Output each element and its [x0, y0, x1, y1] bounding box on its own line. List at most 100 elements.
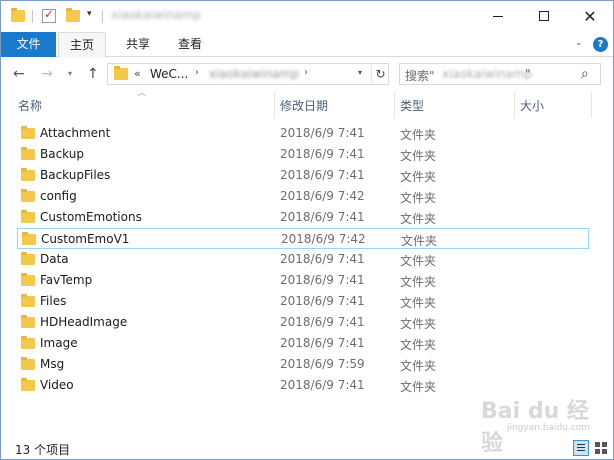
file-row[interactable]: BackupFiles 2018/6/9 7:41 文件夹: [17, 165, 589, 186]
column-header-date[interactable]: 修改日期: [280, 97, 328, 114]
tab-file[interactable]: 文件: [1, 32, 56, 57]
folder-icon: [21, 378, 35, 391]
search-input[interactable]: 搜索" xiaokaiwinamp " ⌕: [399, 63, 601, 85]
file-type: 文件夹: [400, 296, 437, 310]
file-row[interactable]: config 2018/6/9 7:42 文件夹: [17, 186, 589, 207]
column-header-type[interactable]: 类型: [400, 97, 424, 114]
details-view-icon[interactable]: [573, 440, 589, 456]
title-bar: ▾ xiaokaiwinamp ✕: [1, 1, 613, 32]
file-date: 2018/6/9 7:41: [280, 168, 365, 182]
file-date: 2018/6/9 7:41: [280, 126, 365, 140]
file-row[interactable]: Files 2018/6/9 7:41 文件夹: [17, 291, 589, 312]
help-icon[interactable]: ?: [593, 37, 608, 52]
file-date: 2018/6/9 7:41: [280, 210, 365, 224]
recent-locations-icon[interactable]: ▾: [68, 69, 72, 78]
close-button[interactable]: ✕: [567, 1, 613, 31]
file-row-focused[interactable]: CustomEmoV1 2018/6/9 7:42 文件夹: [17, 228, 589, 249]
file-type: 文件夹: [400, 317, 437, 331]
ribbon: 文件 主页 共享 查看 ⌄ ?: [1, 32, 613, 58]
file-type: 文件夹: [400, 338, 437, 352]
chevron-down-icon[interactable]: ▾: [358, 68, 362, 77]
file-row[interactable]: Msg 2018/6/9 7:59 文件夹: [17, 354, 589, 375]
maximize-button[interactable]: [521, 1, 567, 31]
column-divider[interactable]: [514, 92, 515, 118]
file-name: Files: [40, 294, 67, 308]
file-type: 文件夹: [400, 149, 437, 163]
file-row[interactable]: HDHeadImage 2018/6/9 7:41 文件夹: [17, 312, 589, 333]
column-header-name[interactable]: 名称: [18, 97, 42, 114]
refresh-icon[interactable]: ↻: [371, 65, 389, 83]
file-type: 文件夹: [400, 170, 437, 184]
tab-share[interactable]: 共享: [115, 32, 161, 57]
file-type: 文件夹: [400, 254, 437, 268]
large-icons-view-icon[interactable]: [593, 440, 609, 456]
column-divider[interactable]: [274, 92, 275, 118]
file-row[interactable]: Backup 2018/6/9 7:41 文件夹: [17, 144, 589, 165]
file-date: 2018/6/9 7:59: [280, 357, 365, 371]
file-name: CustomEmoV1: [41, 232, 130, 246]
item-count: 13 个项目: [15, 443, 71, 457]
file-name: Backup: [40, 147, 84, 161]
chevron-down-icon[interactable]: ▾: [87, 9, 92, 19]
tab-home[interactable]: 主页: [58, 32, 107, 58]
up-arrow-icon[interactable]: ↑: [87, 66, 99, 82]
folder-icon: [21, 189, 35, 202]
breadcrumb-segment[interactable]: xiaokaiwinamp: [209, 67, 299, 81]
explorer-window: ▾ xiaokaiwinamp ✕ 文件 主页 共享 查看 ⌄ ? ← → ▾ …: [0, 0, 614, 460]
folder-icon: [21, 273, 35, 286]
watermark: Bai du 经验 jingyan.baidu.com: [479, 393, 591, 456]
file-row[interactable]: Image 2018/6/9 7:41 文件夹: [17, 333, 589, 354]
address-bar[interactable]: « WeC... › xiaokaiwinamp › ▾ ↻: [107, 63, 389, 85]
window-title: xiaokaiwinamp: [111, 8, 201, 22]
minimize-icon: [493, 15, 503, 17]
file-name: Data: [40, 252, 69, 266]
folder-icon: [11, 8, 25, 22]
folder-icon: [21, 315, 35, 328]
file-type: 文件夹: [400, 359, 437, 373]
file-date: 2018/6/9 7:41: [280, 378, 365, 392]
folder-icon: [21, 252, 35, 265]
chevron-right-icon[interactable]: ›: [195, 67, 199, 78]
forward-arrow-icon[interactable]: →: [41, 66, 53, 82]
file-name: Msg: [40, 357, 65, 371]
file-row[interactable]: Attachment 2018/6/9 7:41 文件夹: [17, 123, 589, 144]
minimize-button[interactable]: [475, 1, 521, 31]
expand-ribbon-icon[interactable]: ⌄: [575, 38, 583, 48]
new-folder-icon[interactable]: [66, 8, 80, 22]
search-placeholder-location: xiaokaiwinamp: [442, 67, 532, 81]
column-header-size[interactable]: 大小: [520, 97, 544, 114]
file-date: 2018/6/9 7:41: [280, 147, 365, 161]
file-type: 文件夹: [400, 191, 437, 205]
folder-icon: [21, 357, 35, 370]
column-divider[interactable]: [591, 92, 592, 118]
properties-icon[interactable]: [42, 7, 56, 23]
folder-icon: [21, 294, 35, 307]
folder-icon: [21, 168, 35, 181]
file-date: 2018/6/9 7:41: [280, 252, 365, 266]
column-divider[interactable]: [394, 92, 395, 118]
back-arrow-icon[interactable]: ←: [13, 66, 25, 82]
file-name: Video: [40, 378, 74, 392]
folder-icon: [21, 336, 35, 349]
maximize-icon: [539, 11, 549, 21]
file-date: 2018/6/9 7:42: [281, 232, 366, 246]
file-type: 文件夹: [400, 212, 437, 226]
folder-icon: [22, 232, 36, 245]
breadcrumb-segment[interactable]: WeC...: [150, 67, 188, 81]
file-row[interactable]: FavTemp 2018/6/9 7:41 文件夹: [17, 270, 589, 291]
breadcrumb-overflow[interactable]: «: [134, 67, 141, 80]
watermark-url: jingyan.baidu.com: [507, 423, 591, 433]
tab-view[interactable]: 查看: [167, 32, 213, 57]
folder-icon: [21, 210, 35, 223]
file-date: 2018/6/9 7:41: [280, 294, 365, 308]
file-type: 文件夹: [400, 275, 437, 289]
search-icon[interactable]: ⌕: [581, 66, 589, 82]
chevron-right-icon[interactable]: ›: [304, 67, 308, 78]
file-name: HDHeadImage: [40, 315, 128, 329]
file-name: BackupFiles: [40, 168, 111, 182]
file-row[interactable]: CustomEmotions 2018/6/9 7:41 文件夹: [17, 207, 589, 228]
file-name: config: [40, 189, 77, 203]
file-date: 2018/6/9 7:41: [280, 315, 365, 329]
folder-icon: [21, 126, 35, 139]
file-row[interactable]: Data 2018/6/9 7:41 文件夹: [17, 249, 589, 270]
